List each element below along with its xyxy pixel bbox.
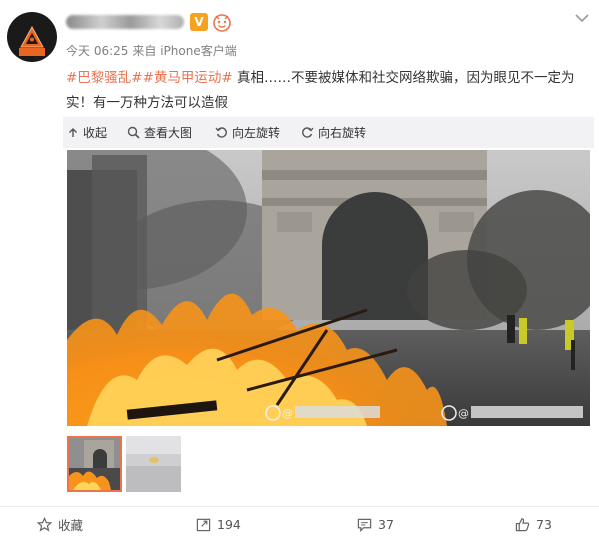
thumbs-up-icon (515, 518, 530, 532)
rotate-left-button[interactable]: 向左旋转 (215, 117, 280, 148)
post-time[interactable]: 今天 06:25 (66, 44, 128, 58)
view-large-button[interactable]: 查看大图 (127, 117, 192, 148)
rotate-left-icon (215, 127, 227, 138)
post-photo[interactable]: @ @ (67, 150, 590, 426)
rotate-left-label: 向左旋转 (232, 126, 281, 140)
avatar-base (19, 48, 45, 56)
footer-divider (0, 506, 599, 507)
collapse-button[interactable]: 收起 (67, 117, 107, 148)
user-avatar[interactable] (7, 12, 57, 62)
favorite-label: 收藏 (58, 518, 84, 533)
rotate-right-label: 向右旋转 (318, 126, 367, 140)
media-toolbar: 收起 查看大图 向左旋转 向右旋转 (63, 117, 594, 148)
magnifier-icon (127, 126, 140, 139)
comment-button[interactable]: 37 (357, 507, 394, 542)
rotate-right-button[interactable]: 向右旋转 (301, 117, 366, 148)
post-content: #巴黎骚乱##黄马甲运动# 真相……不要被媒体和社交网络欺骗，因为眼见不一定为实… (66, 66, 586, 116)
hashtag-yellow-vest[interactable]: #黄马甲运动# (143, 70, 233, 86)
weibo-post: V 今天 06:25 来自 iPhone客户端 #巴黎骚乱##黄马甲运动# 真相…… (0, 0, 599, 542)
post-meta: 今天 06:25 来自 iPhone客户端 (66, 42, 237, 59)
rotate-right-icon (302, 127, 314, 138)
thumbnail-2[interactable] (126, 436, 181, 492)
comment-icon (357, 518, 372, 532)
svg-text:@: @ (458, 407, 469, 420)
like-button[interactable]: 73 (515, 507, 552, 542)
star-icon (37, 517, 52, 532)
collapse-icon (69, 127, 77, 137)
repost-button[interactable]: 194 (196, 507, 241, 542)
comment-count: 37 (378, 517, 394, 532)
like-count: 73 (536, 517, 552, 532)
chevron-down-icon[interactable] (574, 10, 590, 26)
collapse-label: 收起 (83, 126, 108, 140)
svg-text:@: @ (282, 407, 293, 420)
member-badge-icon (213, 14, 231, 32)
view-large-label: 查看大图 (144, 126, 193, 140)
verified-badge: V (190, 13, 208, 31)
thumbnail-1[interactable] (67, 436, 122, 492)
warning-triangle-icon (20, 26, 44, 48)
username-redacted[interactable] (66, 15, 184, 29)
repost-count: 194 (217, 517, 241, 532)
watermark-left: @ (265, 405, 380, 421)
post-source[interactable]: 来自 iPhone客户端 (132, 44, 236, 58)
watermark-right: @ (441, 405, 583, 421)
hashtag-paris-riot[interactable]: #巴黎骚乱# (66, 70, 143, 86)
favorite-button[interactable]: 收藏 (37, 507, 83, 542)
repost-icon (196, 518, 211, 532)
